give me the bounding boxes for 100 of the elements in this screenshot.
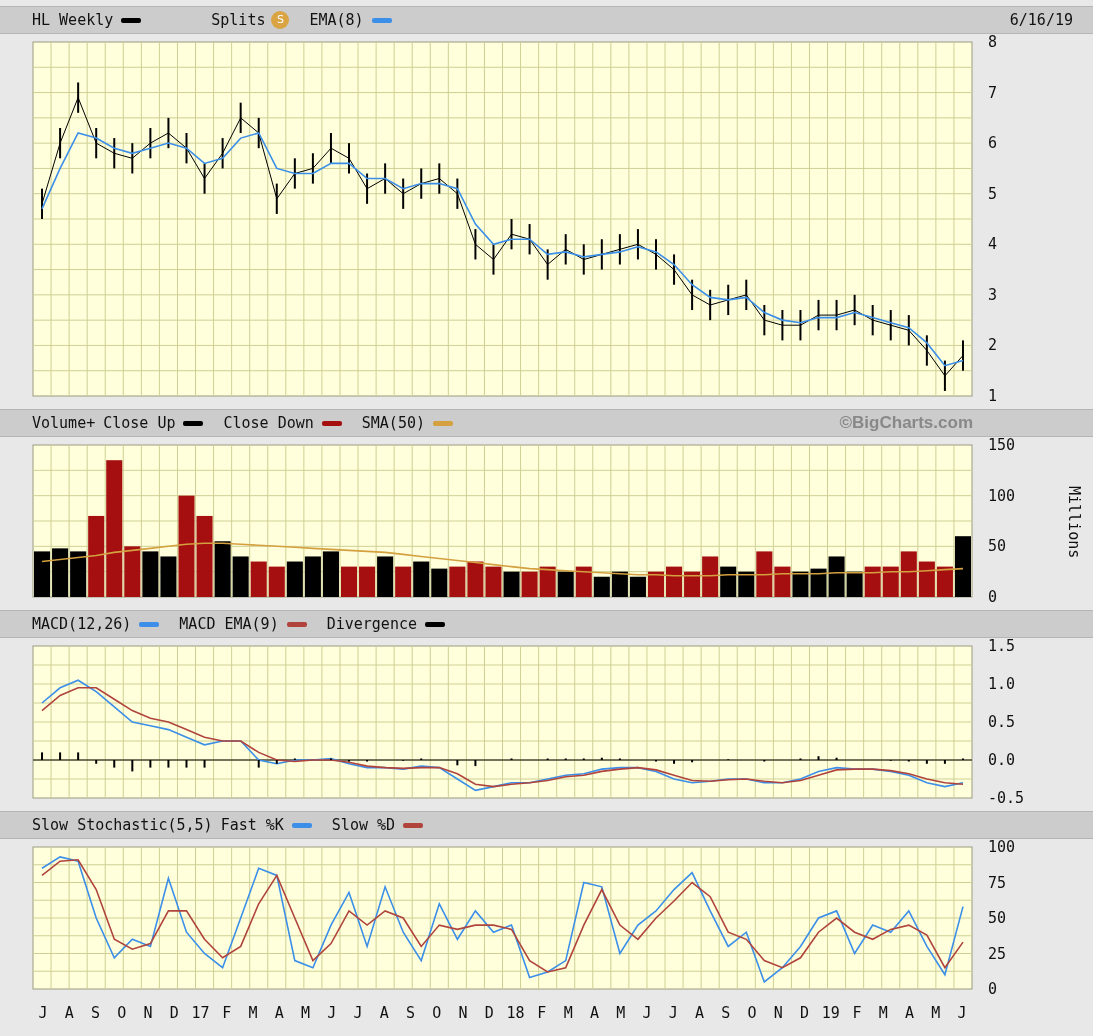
axis-label: 3 [988,285,998,304]
month-label: S [721,1003,731,1024]
price-range-bar [618,233,621,266]
price-range-bar [907,314,910,347]
month-label: 17 [191,1003,210,1024]
month-label: O [432,1003,442,1024]
volume-bar [413,561,430,597]
price-range-bar [727,283,730,317]
month-label: F [222,1003,232,1024]
price-range-bar [131,142,134,175]
price-range-bar [311,152,314,185]
price-range-bar [41,187,44,220]
month-label: J [38,1003,48,1024]
month-label: F [852,1003,862,1024]
axis-label: 50 [988,909,1007,927]
volume-bar [142,551,159,597]
price-range-bar [853,293,856,327]
axis-label: 5 [988,184,998,203]
month-label: O [117,1003,127,1024]
volume-bar [34,551,51,597]
legend-label: Fast %K [220,814,284,836]
copyright-text: ©BigCharts.com [839,412,973,435]
volume-bar [449,566,466,597]
price-range-bar [600,238,603,271]
price-range-bar [113,137,116,170]
axis-label: 25 [988,944,1007,963]
month-label: A [379,1003,389,1024]
axis-label: 100 [988,839,1016,856]
month-label: 19 [821,1003,840,1024]
month-label: N [773,1003,783,1024]
price-range-bar [925,334,928,367]
price-range-bar [95,126,98,160]
price-range-bar [492,243,495,276]
month-label: M [301,1003,311,1024]
price-range-bar [402,177,405,210]
legend-label: Splits [211,9,266,31]
price-range-bar [745,278,748,312]
axis-label: 1 [988,387,998,405]
volume-bar [467,561,484,597]
legend-label: Slow %D [331,814,396,836]
axis-label: 0.0 [988,751,1016,769]
month-label: J [957,1003,967,1024]
month-label: A [904,1003,914,1024]
price-range-bar [77,81,80,114]
price-range-bar [582,243,585,276]
legend-label: MACD(12,26) [32,613,132,635]
axis-label: -0.5 [988,789,1025,807]
legend-label: Divergence [326,613,417,635]
volume-bar [359,566,376,597]
axis-label: 6 [988,134,998,153]
month-label: D [484,1003,494,1024]
price-range-bar [438,162,441,195]
price-range-bar [835,298,838,332]
price-range-bar [384,162,387,195]
axis-label: 0.5 [988,713,1016,731]
price-range-bar [420,167,423,200]
price-range-bar [185,132,188,165]
price-range-bar [366,172,369,205]
legend-title: Volume+ [32,412,96,434]
axis-label: 8 [988,34,998,51]
price-range-bar [961,339,964,372]
price-range-bar [709,288,712,322]
price-range-bar [203,162,206,195]
axis-label: 1.5 [988,638,1016,655]
price-range-bar [871,303,874,337]
month-label: J [642,1003,652,1024]
month-label: M [616,1003,626,1024]
axis-label: 7 [988,83,998,102]
price-range-bar [763,303,766,337]
price-range-bar [817,298,820,332]
month-label: M [563,1003,573,1024]
price-range-bar [889,309,892,342]
price-range-bar [257,116,260,150]
price-range-bar [329,132,332,165]
legend-label: Close Up [103,412,176,434]
legend-label: EMA(8) [309,9,364,31]
axis-label: 0 [988,588,998,606]
price-range-bar [781,309,784,342]
month-label: D [799,1003,809,1024]
month-label: O [747,1003,757,1024]
axis-label: 2 [988,336,998,355]
month-label: 18 [506,1003,525,1024]
month-label: M [931,1003,941,1024]
price-range-bar [943,359,946,392]
price-range-bar [149,126,152,160]
price-range-bar [510,218,513,251]
month-label: M [878,1003,888,1024]
volume-bar [431,568,448,597]
month-label: D [169,1003,179,1024]
month-label: J [668,1003,678,1024]
month-label: N [143,1003,153,1024]
split-marker: S [271,11,290,29]
price-range-bar [293,157,296,190]
axis-label: 150 [988,437,1016,454]
price-range-bar [691,278,694,312]
legend-label: SMA(50) [361,412,425,434]
axis-label: 50 [988,537,1007,556]
price-range-bar [528,223,531,256]
chart-date: 6/16/19 [1009,9,1073,31]
price-range-bar [275,182,278,215]
